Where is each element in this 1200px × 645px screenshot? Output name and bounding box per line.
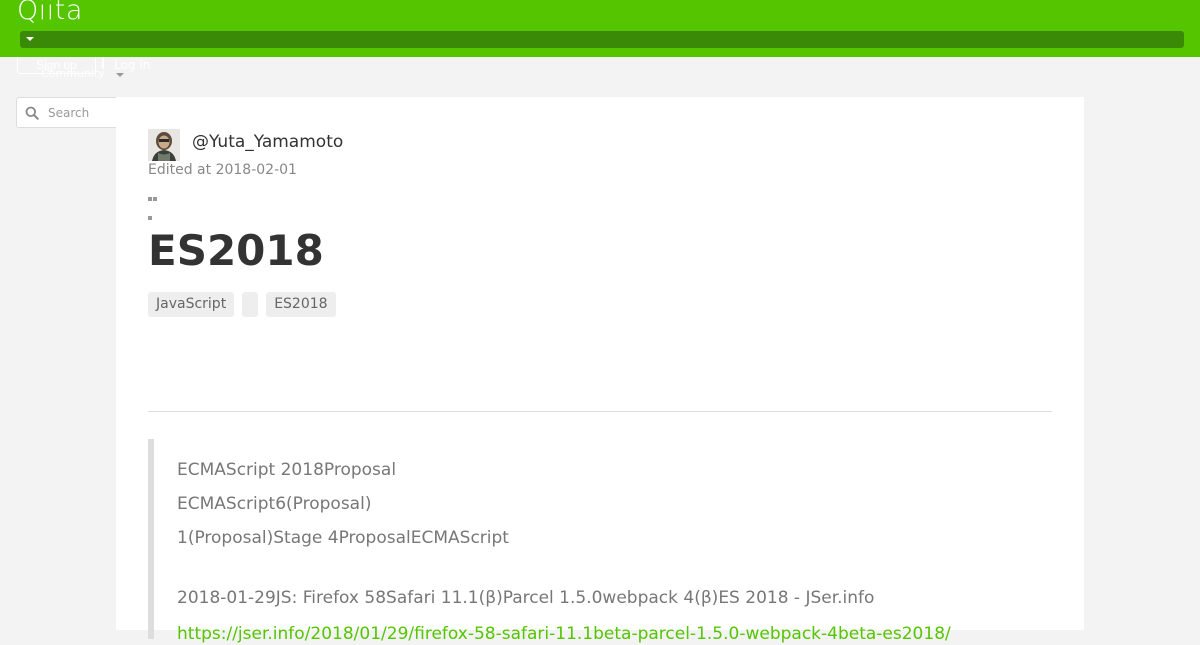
edited-timestamp: Edited at 2018-02-01 xyxy=(148,162,297,178)
chevron-down-icon xyxy=(26,37,34,41)
community-menu-bar[interactable] xyxy=(20,31,1184,48)
tag-es2018[interactable]: ES2018 xyxy=(266,292,336,317)
content-divider xyxy=(148,411,1052,412)
qiita-logo[interactable]: Qiita xyxy=(17,0,83,28)
login-link[interactable]: Log in xyxy=(114,58,150,72)
more-icon[interactable] xyxy=(148,186,162,220)
tag-javascript[interactable]: JavaScript xyxy=(148,292,235,317)
avatar[interactable] xyxy=(148,129,180,161)
global-header: Qiita xyxy=(0,0,1200,57)
blockquote-news: 2018-01-29JS: Firefox 58Safari 11.1(β)Pa… xyxy=(177,588,875,608)
author-handle[interactable]: @Yuta_Yamamoto xyxy=(192,131,343,153)
page-title: ES2018 xyxy=(148,226,324,275)
blockquote: ECMAScript 2018Proposal ECMAScript6(Prop… xyxy=(148,439,1052,644)
tag-empty[interactable] xyxy=(242,292,259,317)
search-icon xyxy=(25,106,39,120)
blockquote-line: ECMAScript 2018Proposal xyxy=(177,460,397,480)
blockquote-link[interactable]: https://jser.info/2018/01/29/firefox-58-… xyxy=(177,623,951,645)
blockquote-line: 1(Proposal)Stage 4ProposalECMAScript xyxy=(177,528,509,548)
chevron-down-icon xyxy=(116,73,124,77)
avatar-image xyxy=(148,129,180,161)
blockquote-line: ECMAScript6(Proposal) xyxy=(177,494,372,514)
tag-list: JavaScript ES2018 xyxy=(148,292,336,317)
community-dropdown-label[interactable]: Community xyxy=(41,67,105,80)
article-card: @Yuta_Yamamoto Edited at 2018-02-01 ES20… xyxy=(116,97,1084,644)
